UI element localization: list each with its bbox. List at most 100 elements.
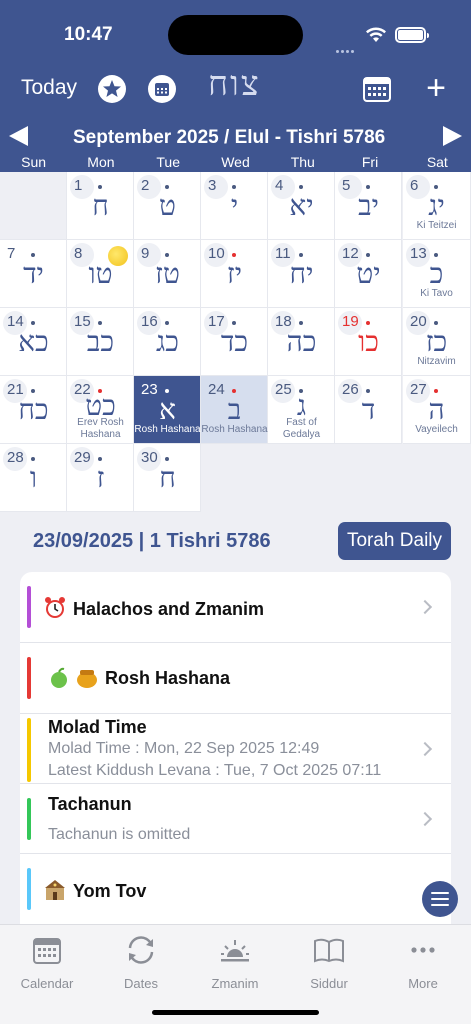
row-title: Molad Time	[48, 717, 147, 737]
day-cell[interactable]: 3י	[201, 172, 268, 240]
tab-bar: Calendar Dates Zmanim Siddur More	[0, 924, 471, 1024]
day-cell[interactable]: 10 יז	[201, 240, 268, 308]
header: 10:47 Today צוח + September 2025 / Elul …	[0, 0, 471, 172]
row-title-wrap: Rosh Hashana	[48, 667, 230, 689]
cellular-icon	[336, 40, 358, 53]
kiddush-levana-text: Latest Kiddush Levana : Tue, 7 Oct 2025 …	[48, 762, 382, 779]
hebrew-date: כד	[220, 325, 249, 358]
selected-date-bar: 23/09/2025 | 1 Tishri 5786 Torah Daily	[0, 510, 471, 570]
day-cell[interactable]: 8 טו	[67, 240, 134, 308]
row-color-bar	[27, 798, 31, 840]
weekday-label: Sun	[21, 154, 47, 170]
day-cell[interactable]: 9 טז	[134, 240, 201, 308]
tab-label: Siddur	[310, 976, 348, 991]
day-cell[interactable]: 14 כא	[0, 308, 67, 376]
wifi-icon	[366, 27, 386, 42]
tab-label: More	[408, 976, 438, 991]
day-cell[interactable]: 11 יח	[268, 240, 335, 308]
molad-time-text: Molad Time : Mon, 22 Sep 2025 12:49	[48, 740, 320, 757]
next-month-button[interactable]	[443, 126, 462, 146]
torah-daily-button[interactable]: Torah Daily	[338, 522, 451, 560]
list-item-halachos[interactable]: Halachos and Zmanim	[20, 572, 451, 643]
day-cell[interactable]: 20 כז Nitzavim	[403, 308, 471, 376]
day-cell[interactable]: 18 כה	[268, 308, 335, 376]
tachanun-status-text: Tachanun is omitted	[48, 826, 191, 843]
tab-siddur[interactable]: Siddur	[282, 933, 376, 991]
day-cell[interactable]: 1ח	[67, 172, 134, 240]
list-item-molad[interactable]: Molad Time Molad Time : Mon, 22 Sep 2025…	[20, 714, 451, 784]
hebrew-date: כא	[18, 325, 49, 358]
day-cell[interactable]: 30 ח	[134, 444, 201, 512]
previous-month-button[interactable]	[9, 126, 28, 146]
alarm-clock-icon	[45, 597, 65, 618]
day-cell[interactable]: 19 כו	[335, 308, 402, 376]
hebrew-date: ה	[428, 393, 445, 426]
weekday-label: Wed	[221, 154, 250, 170]
hebrew-date: כז	[425, 325, 448, 358]
day-cell[interactable]: 27 ה Vayeilech	[403, 376, 471, 444]
hebrew-date: יד	[23, 257, 44, 290]
sunrise-icon	[221, 940, 249, 962]
list-item-rosh-hashana[interactable]: Rosh Hashana	[20, 643, 451, 714]
weekday-label: Tue	[156, 154, 180, 170]
row-title: Tachanun	[48, 794, 132, 814]
selected-date-text: 23/09/2025 | 1 Tishri 5786	[33, 530, 271, 552]
day-cell[interactable]: 6 יג Ki Teitzei	[403, 172, 471, 240]
hebrew-date: טז	[155, 257, 180, 290]
day-cell[interactable]: 21 כח	[0, 376, 67, 444]
empty-day-cell	[0, 172, 67, 240]
hebrew-date: טו	[88, 257, 113, 290]
day-event-label: Nitzavim	[417, 356, 456, 367]
day-cell[interactable]: 29 ז	[67, 444, 134, 512]
list-item-yom-tov[interactable]: Yom Tov	[20, 854, 451, 924]
hebrew-date: כג	[156, 325, 179, 358]
tab-more[interactable]: More	[376, 933, 470, 991]
hebrew-date: יג	[428, 189, 445, 222]
day-cell[interactable]: 25 ג Fast of Gedalya	[268, 376, 335, 444]
day-cell[interactable]: 7 יד	[0, 240, 67, 308]
day-cell[interactable]: 17 כד	[201, 308, 268, 376]
day-event-label: Ki Teitzei	[416, 220, 457, 231]
book-icon	[314, 938, 344, 963]
date-converter-button[interactable]	[148, 75, 176, 103]
day-cell[interactable]: 15 כב	[67, 308, 134, 376]
app-logo: צוח	[208, 64, 261, 104]
sync-icon	[128, 936, 154, 964]
month-title: September 2025 / Elul - Tishri 5786	[73, 127, 386, 148]
day-cell[interactable]: 16 כג	[134, 308, 201, 376]
row-title: Yom Tov	[73, 881, 147, 901]
tab-calendar[interactable]: Calendar	[0, 933, 94, 991]
day-cell[interactable]: 28 ו	[0, 444, 67, 512]
favorites-button[interactable]	[98, 75, 126, 103]
list-item-tachanun[interactable]: Tachanun Tachanun is omitted	[20, 784, 451, 854]
battery-icon	[395, 27, 429, 43]
tab-zmanim[interactable]: Zmanim	[188, 933, 282, 991]
honey-pot-icon	[77, 670, 98, 688]
menu-button[interactable]	[422, 881, 458, 917]
tab-label: Zmanim	[211, 976, 259, 991]
add-button[interactable]: +	[422, 71, 450, 105]
calendar-view-button[interactable]	[363, 76, 391, 102]
day-cell[interactable]: 23 א Rosh Hashana	[134, 376, 201, 444]
hebrew-date: יא	[289, 189, 314, 222]
hebrew-date: יט	[356, 257, 381, 290]
day-event-label: Fast of Gedalya	[282, 417, 321, 440]
day-cell[interactable]: 2ט	[134, 172, 201, 240]
calendar-grid-icon	[363, 77, 391, 102]
hebrew-date: כו	[358, 325, 379, 358]
today-button[interactable]: Today	[21, 76, 77, 100]
day-cell[interactable]: 24 ב Rosh Hashana	[201, 376, 268, 444]
hebrew-date: יז	[226, 257, 243, 290]
tab-label: Dates	[124, 976, 158, 991]
chevron-right-icon	[417, 599, 433, 615]
day-cell[interactable]: 5 יב	[335, 172, 402, 240]
day-cell[interactable]: 26 ד	[335, 376, 402, 444]
day-cell[interactable]: 22 כט Erev Rosh Hashana	[67, 376, 134, 444]
weekday-label: Fri	[361, 154, 379, 170]
tab-dates[interactable]: Dates	[94, 933, 188, 991]
day-cell[interactable]: 4 יא	[268, 172, 335, 240]
weekday-header: Sun Mon Tue Wed Thu Fri Sat	[0, 154, 471, 172]
hebrew-date: ח	[159, 461, 176, 494]
day-cell[interactable]: 12 יט	[335, 240, 402, 308]
day-cell[interactable]: 13 כ Ki Tavo	[403, 240, 471, 308]
